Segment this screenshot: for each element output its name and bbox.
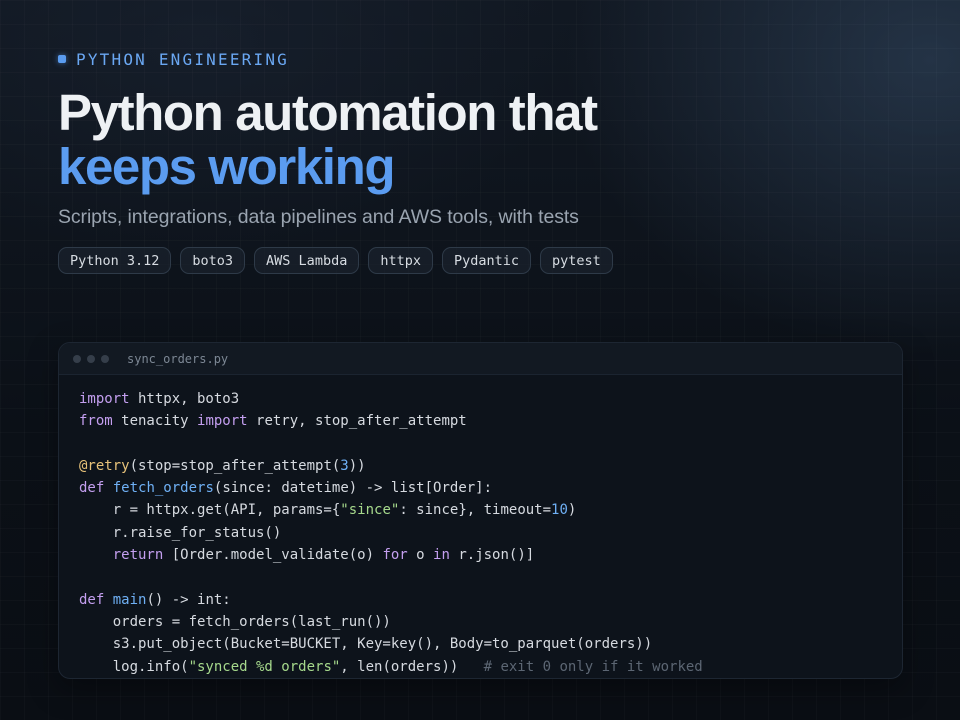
code-token: import: [79, 391, 130, 407]
code-token: () -> int:: [146, 591, 231, 608]
code-line: import httpx, boto3: [79, 388, 703, 410]
code-token: main: [112, 591, 147, 608]
code-token: orders = fetch_orders(last_run()): [79, 613, 391, 630]
code-token: httpx, boto3: [129, 391, 240, 407]
code-token: )): [348, 457, 366, 474]
hero-section: PYTHON ENGINEERING Python automation tha…: [58, 48, 918, 274]
code-token: log.info(: [79, 658, 189, 675]
code-line: log.info("synced %d orders", len(orders)…: [79, 656, 703, 678]
code-token: in: [433, 547, 450, 564]
code-line: def fetch_orders(since: datetime) -> lis…: [79, 477, 703, 499]
code-token: 10: [551, 502, 568, 519]
code-window: sync_orders.py import httpx, boto3 from t…: [58, 342, 903, 679]
code-token: def: [79, 480, 105, 497]
code-token: (stop=stop_after_attempt(: [129, 457, 341, 474]
code-line: return [Order.model_validate(o) for o in…: [79, 544, 703, 566]
tag-pytest: pytest: [540, 247, 613, 274]
code-line: s3.put_object(Bucket=BUCKET, Key=key(), …: [79, 633, 703, 655]
window-dot-icon: [101, 354, 109, 363]
tech-tag-list: Python 3.12 boto3 AWS Lambda httpx Pydan…: [58, 247, 918, 274]
code-line: r.raise_for_status(): [79, 522, 703, 544]
code-token: [Order.model_validate(o): [163, 547, 383, 564]
window-dot-icon: [73, 354, 81, 363]
title-line-1: Python automation that: [58, 84, 598, 141]
square-bullet-icon: [58, 55, 66, 63]
code-token: def: [79, 591, 105, 608]
code-token: ): [567, 502, 577, 519]
code-token: : since}, timeout=: [399, 502, 552, 519]
file-name: sync_orders.py: [127, 351, 229, 366]
code-token: tenacity: [112, 413, 198, 430]
code-line: orders = fetch_orders(last_run()): [79, 611, 703, 633]
window-title-bar: sync_orders.py: [59, 343, 902, 375]
title-line-2-highlight: keeps working: [58, 138, 395, 195]
tag-pydantic: Pydantic: [441, 247, 531, 274]
code-token: , len(orders)): [340, 658, 484, 675]
code-token: "since": [340, 502, 400, 519]
code-token: import: [197, 413, 248, 430]
window-dot-icon: [87, 354, 95, 363]
code-token: 3: [340, 457, 349, 474]
code-token: o: [407, 547, 434, 564]
code-token: for: [382, 547, 408, 564]
code-line: from tenacity import retry, stop_after_a…: [79, 410, 703, 432]
code-token: r.raise_for_status(): [79, 524, 282, 541]
eyebrow-label: PYTHON ENGINEERING: [76, 49, 289, 69]
code-block: import httpx, boto3 from tenacity import …: [79, 388, 703, 678]
code-token: return: [112, 547, 164, 564]
code-line: r = httpx.get(API, params={"since": sinc…: [79, 499, 703, 521]
code-token: r.json()]: [449, 547, 535, 564]
tag-httpx: httpx: [368, 247, 433, 274]
tag-aws-lambda: AWS Lambda: [254, 247, 360, 274]
code-token: s3.put_object(Bucket=BUCKET, Key=key(), …: [79, 636, 653, 653]
code-token: r = httpx.get(API, params={: [79, 502, 341, 519]
code-token: # exit 0 only if it worked: [483, 658, 703, 675]
code-line: @retry(stop=stop_after_attempt(3)): [79, 455, 703, 477]
code-token: retry, stop_after_attempt: [247, 413, 467, 430]
page-title: Python automation that keeps working: [58, 86, 918, 194]
code-line: def main() -> int:: [79, 589, 703, 611]
subtitle: Scripts, integrations, data pipelines an…: [58, 206, 579, 228]
code-token: fetch_orders: [112, 480, 214, 497]
tag-boto3: boto3: [180, 247, 246, 274]
code-token: "synced %d orders": [188, 658, 341, 675]
code-token: @retry: [79, 457, 130, 474]
eyebrow: PYTHON ENGINEERING: [58, 48, 918, 70]
tag-python: Python 3.12: [58, 247, 172, 274]
code-token: from: [79, 413, 113, 430]
code-token: (since: datetime) -> list[Order]:: [213, 480, 493, 497]
